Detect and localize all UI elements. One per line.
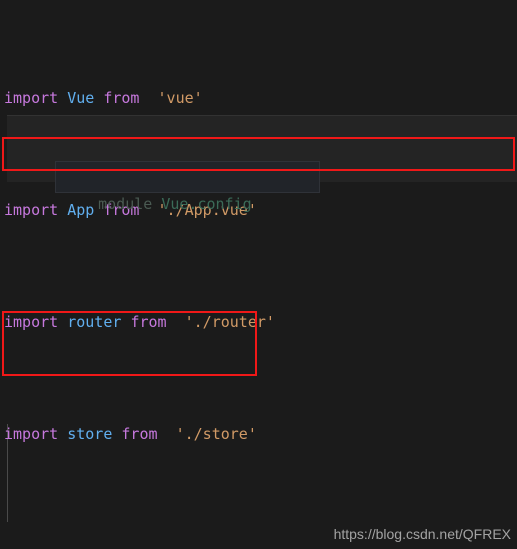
token-keyword-from: from: [130, 313, 167, 331]
code-editor-screenshot: module Vue.config import Vue from 'vue' …: [0, 0, 517, 549]
token-string-module: './store': [175, 425, 257, 443]
token-identifier-router: router: [67, 313, 122, 331]
code-line-3[interactable]: import router from './router': [0, 308, 517, 336]
token-string-module: './router': [184, 313, 275, 331]
token-string-module: 'vue': [157, 89, 203, 107]
token-keyword-import: import: [4, 201, 59, 219]
tooltip-symbol: Vue.config: [161, 195, 252, 213]
tooltip-keyword: module: [98, 195, 153, 213]
token-keyword-import: import: [4, 313, 59, 331]
hover-tooltip-box: module Vue.config: [55, 161, 320, 213]
token-identifier-store: store: [67, 425, 113, 443]
token-keyword-from: from: [103, 89, 140, 107]
token-keyword-import: import: [4, 425, 59, 443]
token-keyword-import: import: [4, 89, 59, 107]
token-keyword-from: from: [121, 425, 158, 443]
code-line-4[interactable]: import store from './store': [0, 420, 517, 448]
token-identifier-vue: Vue: [67, 89, 95, 107]
code-line-1[interactable]: import Vue from 'vue': [0, 84, 517, 112]
tooltip-space: [152, 195, 161, 213]
code-content[interactable]: import Vue from 'vue' import App from '.…: [0, 0, 517, 549]
watermark-url: https://blog.csdn.net/QFREX: [333, 526, 511, 542]
